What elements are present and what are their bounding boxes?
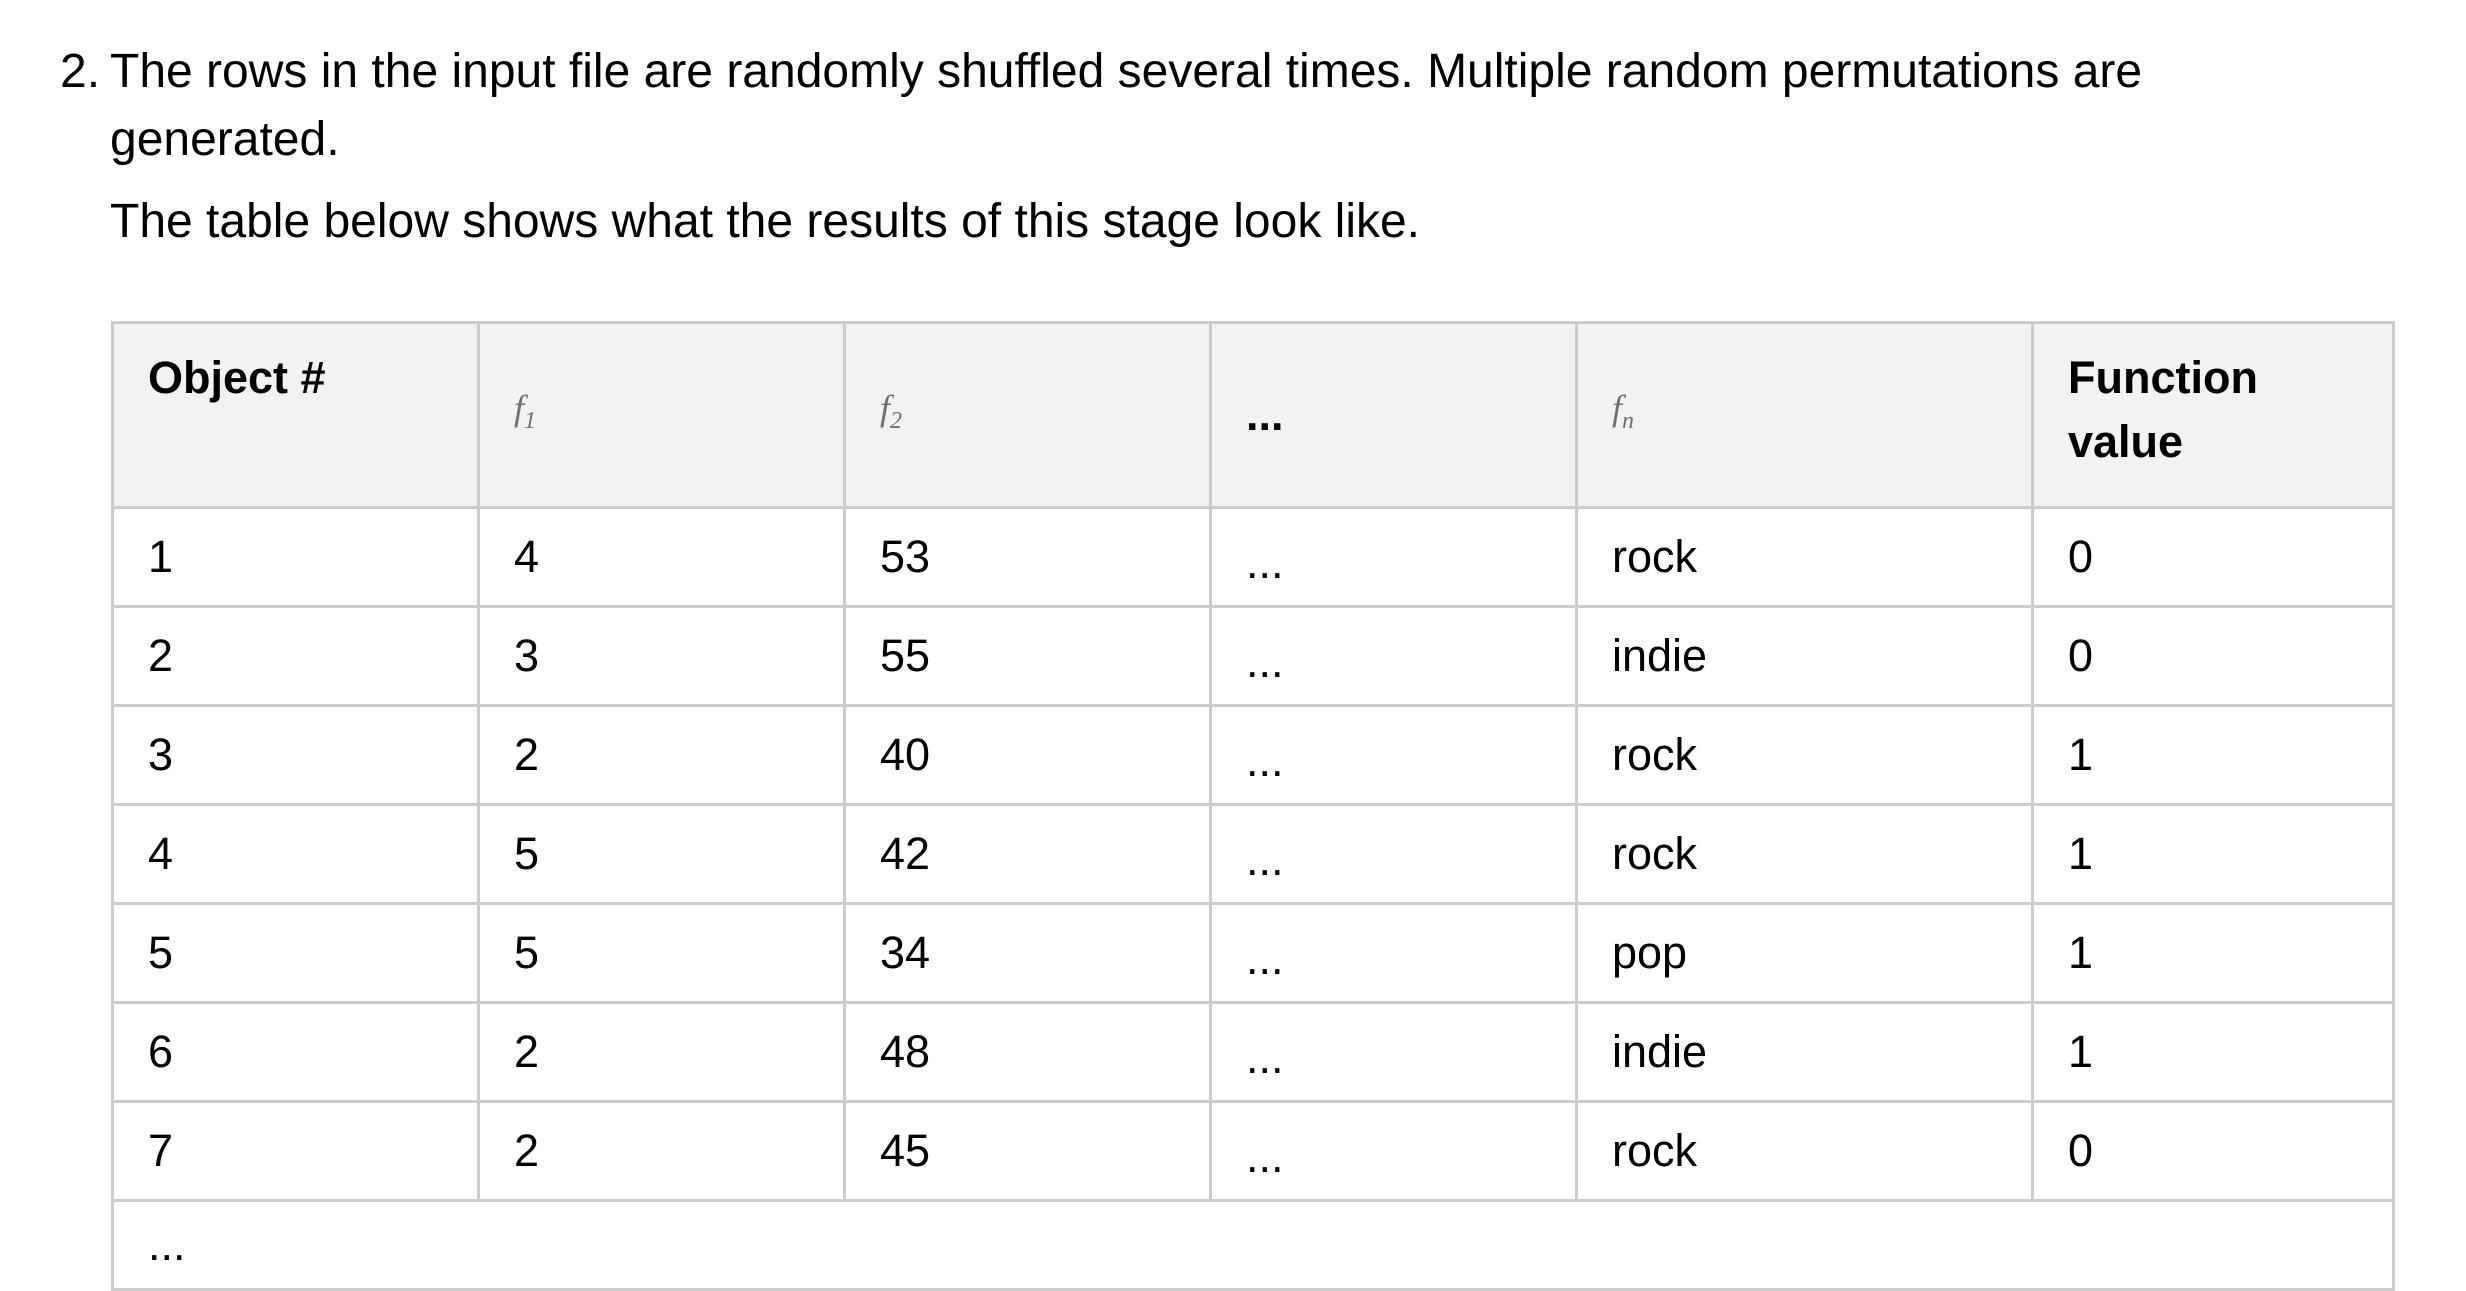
cell-f1: 2 bbox=[477, 704, 846, 806]
cell-f1: 5 bbox=[477, 803, 846, 905]
numbered-list-item: 2. The rows in the input file are randoml… bbox=[60, 38, 2360, 174]
cell-fn: indie bbox=[1575, 1001, 2034, 1103]
results-table: Object # f1 f2 ... fn Function value 1 4 … bbox=[111, 321, 2395, 1291]
table-header-row: Object # f1 f2 ... fn Function value bbox=[111, 321, 2395, 509]
table-row: 3 2 40 ... rock 1 bbox=[111, 704, 2395, 806]
cell-fn: rock bbox=[1575, 1100, 2034, 1202]
cell-function-value: 0 bbox=[2031, 1100, 2395, 1202]
cell-ellipsis: ... bbox=[1209, 704, 1578, 806]
cell-f2: 55 bbox=[843, 605, 1212, 707]
header-feature-n-base: f bbox=[1612, 388, 1623, 429]
cell-object: 4 bbox=[111, 803, 480, 905]
cell-ellipsis: ... bbox=[1209, 902, 1578, 1004]
header-feature-n: fn bbox=[1575, 321, 2034, 509]
cell-object: 6 bbox=[111, 1001, 480, 1103]
cell-object: 3 bbox=[111, 704, 480, 806]
header-function-value-line2: value bbox=[2068, 416, 2184, 467]
header-feature-1-base: f bbox=[514, 388, 525, 429]
header-object-number: Object # bbox=[111, 321, 480, 509]
table-row: 5 5 34 ... pop 1 bbox=[111, 902, 2395, 1004]
header-feature-2-sub: 2 bbox=[890, 408, 903, 435]
header-feature-2-base: f bbox=[880, 388, 891, 429]
header-feature-n-sub: n bbox=[1622, 408, 1635, 435]
cell-f1: 5 bbox=[477, 902, 846, 1004]
header-feature-2: f2 bbox=[843, 321, 1212, 509]
cell-function-value: 1 bbox=[2031, 902, 2395, 1004]
header-function-value-line1: Function bbox=[2068, 352, 2258, 403]
cell-function-value: 1 bbox=[2031, 704, 2395, 806]
table-row: 2 3 55 ... indie 0 bbox=[111, 605, 2395, 707]
cell-fn: rock bbox=[1575, 506, 2034, 608]
cell-f1: 3 bbox=[477, 605, 846, 707]
cell-function-value: 0 bbox=[2031, 506, 2395, 608]
cell-fn: pop bbox=[1575, 902, 2034, 1004]
cell-object: 2 bbox=[111, 605, 480, 707]
list-number: 2. bbox=[60, 45, 101, 98]
header-feature-1: f1 bbox=[477, 321, 846, 509]
table-row-continuation: ... bbox=[111, 1199, 2395, 1291]
cell-function-value: 1 bbox=[2031, 803, 2395, 905]
cell-f2: 45 bbox=[843, 1100, 1212, 1202]
header-ellipsis: ... bbox=[1209, 321, 1578, 509]
cell-f2: 53 bbox=[843, 506, 1212, 608]
cell-ellipsis: ... bbox=[1209, 1001, 1578, 1103]
cell-ellipsis: ... bbox=[1209, 1100, 1578, 1202]
cell-fn: rock bbox=[1575, 704, 2034, 806]
list-item-text-line1: The rows in the input file are randomly … bbox=[110, 45, 2143, 98]
table-row: 6 2 48 ... indie 1 bbox=[111, 1001, 2395, 1103]
cell-f2: 34 bbox=[843, 902, 1212, 1004]
document-page: 2. The rows in the input file are randoml… bbox=[0, 0, 2466, 1291]
cell-f2: 42 bbox=[843, 803, 1212, 905]
cell-ellipsis: ... bbox=[1209, 605, 1578, 707]
intro-paragraph: The table below shows what the results o… bbox=[110, 195, 1421, 248]
cell-fn: rock bbox=[1575, 803, 2034, 905]
cell-more-ellipsis: ... bbox=[111, 1199, 2395, 1291]
cell-f1: 4 bbox=[477, 506, 846, 608]
cell-ellipsis: ... bbox=[1209, 506, 1578, 608]
cell-object: 1 bbox=[111, 506, 480, 608]
header-feature-1-sub: 1 bbox=[524, 408, 537, 435]
cell-object: 5 bbox=[111, 902, 480, 1004]
table-row: 4 5 42 ... rock 1 bbox=[111, 803, 2395, 905]
cell-object: 7 bbox=[111, 1100, 480, 1202]
table-row: 1 4 53 ... rock 0 bbox=[111, 506, 2395, 608]
cell-function-value: 0 bbox=[2031, 605, 2395, 707]
cell-f2: 48 bbox=[843, 1001, 1212, 1103]
cell-f1: 2 bbox=[477, 1100, 846, 1202]
table-row: 7 2 45 ... rock 0 bbox=[111, 1100, 2395, 1202]
cell-fn: indie bbox=[1575, 605, 2034, 707]
cell-function-value: 1 bbox=[2031, 1001, 2395, 1103]
header-function-value: Function value bbox=[2031, 321, 2395, 509]
list-item-text-line2: generated. bbox=[110, 113, 340, 166]
cell-f2: 40 bbox=[843, 704, 1212, 806]
cell-ellipsis: ... bbox=[1209, 803, 1578, 905]
cell-f1: 2 bbox=[477, 1001, 846, 1103]
